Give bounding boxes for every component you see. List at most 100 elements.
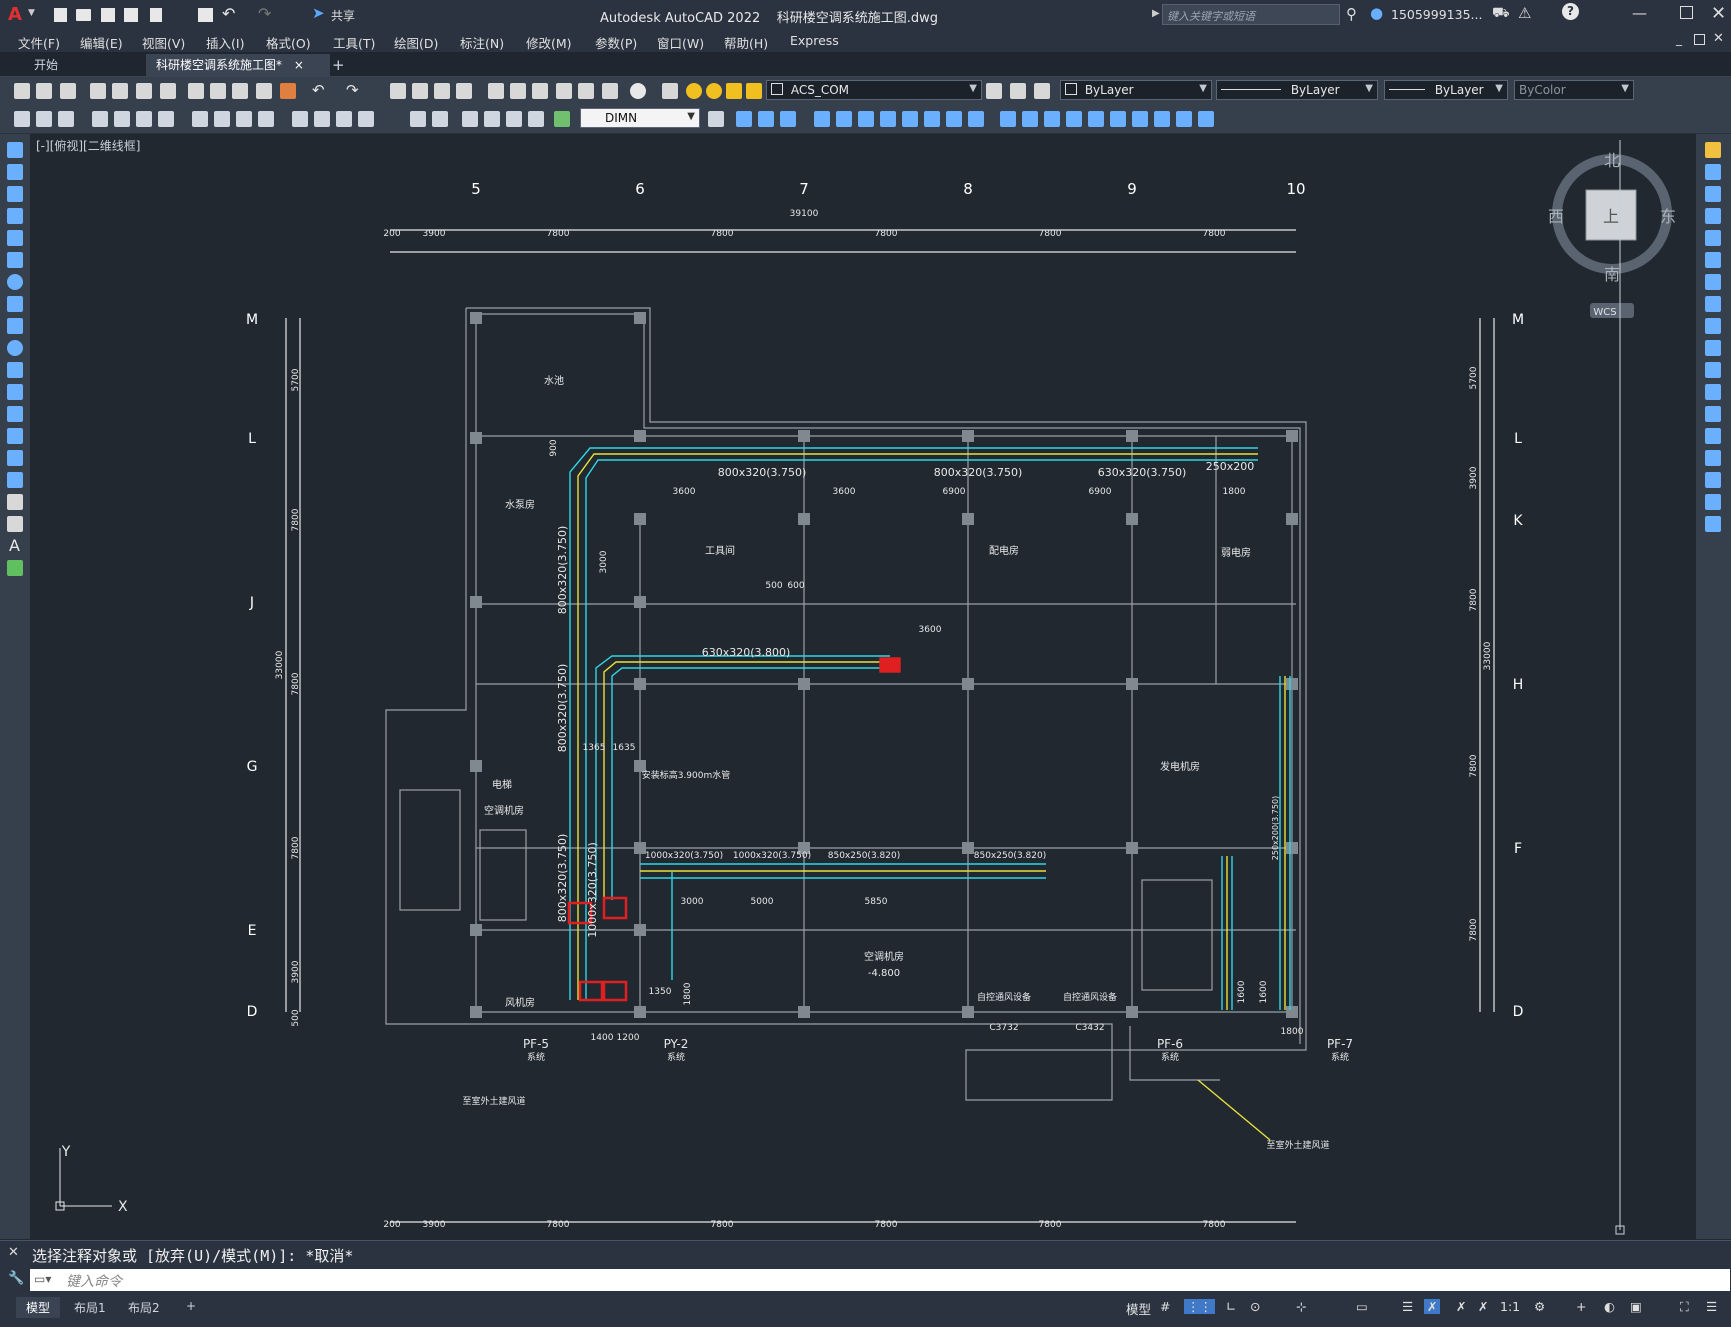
add-selected-icon[interactable] (7, 560, 23, 576)
dim-quick-icon[interactable] (214, 111, 230, 127)
menu-tools[interactable]: 工具(T) (333, 33, 375, 52)
blend-icon[interactable] (1088, 111, 1104, 127)
plot-icon[interactable] (90, 83, 106, 99)
tab-layout1[interactable]: 布局1 (64, 1297, 116, 1318)
dim-jogged-icon[interactable] (136, 111, 152, 127)
dim-update-icon[interactable] (506, 111, 522, 127)
r-explode-icon[interactable] (1705, 516, 1721, 532)
polar-icon[interactable]: ⊙ (1250, 1299, 1260, 1314)
construction-line-icon[interactable] (7, 164, 23, 180)
undo-icon[interactable]: ↶ (222, 4, 235, 23)
workspace-gear-icon[interactable]: ⚙ (1534, 1299, 1545, 1314)
r-mirror-icon[interactable] (1705, 186, 1721, 202)
share-icon[interactable]: ➤ (312, 4, 325, 22)
erase-icon[interactable] (736, 111, 752, 127)
zoom-window-icon[interactable] (434, 83, 450, 99)
r-join-icon[interactable] (1705, 428, 1721, 444)
autocad-logo[interactable]: A (8, 4, 22, 25)
r-break-icon[interactable] (1705, 406, 1721, 422)
viewcube-west[interactable]: 西 (1548, 207, 1564, 226)
help-icon[interactable]: ? (1562, 3, 1579, 20)
r-fillet-icon[interactable] (1705, 472, 1721, 488)
gradient-icon[interactable] (7, 472, 23, 488)
menu-file[interactable]: 文件(F) (18, 33, 60, 52)
design-center-icon[interactable] (510, 83, 526, 99)
tab-model[interactable]: 模型 (16, 1297, 61, 1318)
r-erase-icon[interactable] (1705, 142, 1721, 158)
annotation-scale-icon[interactable]: ✗ (1478, 1299, 1488, 1314)
markup-icon[interactable] (578, 83, 594, 99)
layer-on-icon[interactable] (686, 83, 702, 99)
block-editor-icon[interactable] (280, 83, 296, 99)
dim-baseline-icon[interactable] (236, 111, 252, 127)
r-stretch-icon[interactable] (1705, 318, 1721, 334)
fillet-icon[interactable] (1066, 111, 1082, 127)
cart-icon[interactable]: ⛟ (1492, 5, 1510, 23)
quick-access-save-icon[interactable] (101, 8, 115, 22)
sheet-set-icon[interactable] (556, 83, 572, 99)
osnap-icon[interactable]: ⊹ (1296, 1299, 1306, 1314)
r-break-point-icon[interactable] (1705, 384, 1721, 400)
r-scale-icon[interactable] (1705, 296, 1721, 312)
line-icon[interactable] (7, 142, 23, 158)
new-icon[interactable] (14, 83, 30, 99)
doc-minimize-icon[interactable]: _ (1676, 32, 1682, 46)
open-icon[interactable] (36, 83, 52, 99)
search-expand-icon[interactable]: ▶ (1152, 8, 1160, 19)
layer-properties-icon[interactable] (662, 83, 678, 99)
tab-drawing[interactable]: 科研楼空调系统施工图* × (146, 54, 330, 78)
ortho-icon[interactable]: ∟ (1226, 1299, 1236, 1314)
menu-draw[interactable]: 绘图(D) (394, 33, 438, 52)
autodesk-app-icon[interactable]: ⚠ (1518, 4, 1531, 22)
viewcube-south[interactable]: 南 (1604, 265, 1620, 284)
customize-icon[interactable]: ☰ (1706, 1299, 1717, 1314)
jogged-linear-icon[interactable] (432, 111, 448, 127)
dim-space-icon[interactable] (292, 111, 308, 127)
help-toolbar-icon[interactable] (630, 83, 646, 99)
copy-obj-icon[interactable] (758, 111, 774, 127)
offset-icon[interactable] (814, 111, 830, 127)
annotation-autoscale-icon[interactable]: ✗ (1456, 1299, 1466, 1314)
arc-icon[interactable] (7, 252, 23, 268)
plot-preview-icon[interactable] (112, 83, 128, 99)
maximize-icon[interactable] (1680, 6, 1693, 19)
doc-restore-icon[interactable] (1694, 34, 1705, 45)
explode-icon[interactable] (1110, 111, 1126, 127)
layer-previous-icon[interactable] (1010, 83, 1026, 99)
mirror-icon[interactable] (780, 111, 796, 127)
share-label[interactable]: 共享 (331, 7, 355, 24)
menu-window[interactable]: 窗口(W) (657, 33, 704, 52)
move-icon[interactable] (858, 111, 874, 127)
logo-dropdown-icon[interactable]: ▼ (28, 8, 35, 18)
r-move-icon[interactable] (1705, 252, 1721, 268)
dim-text-edit-icon[interactable] (484, 111, 500, 127)
rectangle-icon[interactable] (7, 230, 23, 246)
center-mark-icon[interactable] (358, 111, 374, 127)
redo-icon[interactable]: ↷ (258, 4, 271, 23)
point-icon[interactable] (7, 428, 23, 444)
break-icon[interactable] (1000, 111, 1016, 127)
array-icon[interactable] (836, 111, 852, 127)
ellipse-arc-icon[interactable] (7, 362, 23, 378)
rotate-icon[interactable] (880, 111, 896, 127)
hatch-edit-icon[interactable] (1154, 111, 1170, 127)
annotation-scale-value[interactable]: 1:1 (1500, 1299, 1520, 1314)
polygon-icon[interactable] (7, 208, 23, 224)
menu-help[interactable]: 帮助(H) (724, 33, 768, 52)
tab-close-icon[interactable]: × (294, 58, 304, 72)
circle-icon[interactable] (7, 274, 23, 290)
cmd-close-icon[interactable]: ✕ (8, 1245, 19, 1260)
menu-view[interactable]: 视图(V) (142, 33, 185, 52)
dim-ordinate-icon[interactable] (92, 111, 108, 127)
hardware-accel-icon[interactable]: ▣ (1630, 1299, 1642, 1314)
r-copy-icon[interactable] (1705, 164, 1721, 180)
extend-icon[interactable] (968, 111, 984, 127)
doc-close-icon[interactable]: ✕ (1713, 31, 1724, 46)
toolbar-redo-icon[interactable]: ↷ (346, 81, 359, 99)
user-icon[interactable]: ● (1370, 4, 1383, 22)
command-input[interactable]: ▭▾ 键入命令 (30, 1269, 1730, 1291)
viewport-label[interactable]: [-][俯视][二维线框] (36, 138, 140, 153)
viewcube[interactable]: 上 北 南 西 东 WCS (1548, 151, 1676, 318)
dim-reassociate-icon[interactable] (528, 111, 544, 127)
drawing-canvas[interactable]: [-][俯视][二维线框] 上 北 南 西 东 WCS Y X 5 6 7 8 … (30, 134, 1696, 1239)
